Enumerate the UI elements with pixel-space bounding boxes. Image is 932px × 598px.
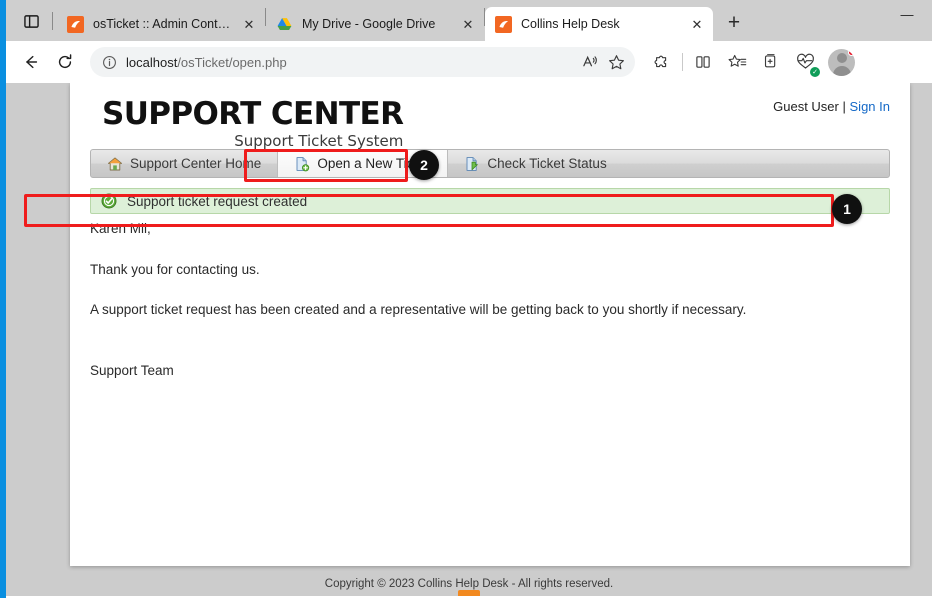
tab-overview-button[interactable] xyxy=(14,4,48,38)
collections-glyph xyxy=(764,53,776,68)
browser-tab-google-drive[interactable]: My Drive - Google Drive ✕ xyxy=(266,7,484,41)
avatar-head xyxy=(836,52,847,63)
reload-button[interactable] xyxy=(48,45,82,79)
logo-subtitle: Support Ticket System xyxy=(234,132,404,150)
nav-item-check-ticket-status[interactable]: Check Ticket Status xyxy=(448,150,622,177)
extensions-icon[interactable] xyxy=(645,45,679,79)
tab-overview-icon xyxy=(23,14,39,28)
site-header: SUPPORT CENTER Support Ticket System Gue… xyxy=(90,83,890,151)
google-drive-glyph xyxy=(277,18,292,30)
new-document-icon xyxy=(294,156,310,172)
success-check-icon xyxy=(101,193,117,209)
page-viewport: SUPPORT CENTER Support Ticket System Gue… xyxy=(6,83,932,596)
favorites-glyph xyxy=(728,54,746,67)
callout-badge-1: 1 xyxy=(832,194,862,224)
collections-icon[interactable] xyxy=(754,45,788,79)
tab-title: My Drive - Google Drive xyxy=(302,17,436,31)
browser-toolbar-actions: ✓ xyxy=(645,45,855,79)
greeting-text: Karen Mil, xyxy=(90,221,151,236)
tab-strip-divider xyxy=(52,12,53,30)
browser-toolbar: localhost/osTicket/open.php ✓ xyxy=(6,41,932,83)
avatar[interactable] xyxy=(828,48,855,76)
close-icon[interactable]: ✕ xyxy=(458,14,478,34)
site-navigation: Support Center Home Open a New Ticket Ch… xyxy=(90,149,890,178)
tab-strip: osTicket :: Admin Control Panel ✕ My Dri… xyxy=(6,0,932,41)
star-glyph xyxy=(608,54,624,69)
read-aloud-icon[interactable] xyxy=(577,49,603,75)
page-content: SUPPORT CENTER Support Ticket System Gue… xyxy=(70,83,910,379)
url-path: /osTicket/open.php xyxy=(177,54,287,70)
ticket-confirmation-body: Karen Mil, Thank you for contacting us. … xyxy=(90,214,890,379)
avatar-body xyxy=(832,65,851,76)
confirmation-text: A support ticket request has been create… xyxy=(90,302,747,318)
osticket-icon xyxy=(495,15,512,33)
address-bar-text: localhost/osTicket/open.php xyxy=(126,55,577,70)
info-circle-icon xyxy=(102,55,116,69)
ticket-status-icon xyxy=(464,156,480,172)
back-button[interactable] xyxy=(14,45,48,79)
user-separator: | xyxy=(842,99,846,114)
user-block: Guest User | Sign In xyxy=(773,99,890,114)
taskbar-peek-indicator xyxy=(458,590,480,596)
nav-item-label: Check Ticket Status xyxy=(487,156,607,171)
read-aloud-glyph xyxy=(582,55,597,67)
status-banner-success: Support ticket request created xyxy=(90,188,890,214)
favorites-list-icon[interactable] xyxy=(720,45,754,79)
minimize-button[interactable]: — xyxy=(886,0,928,28)
tab-title: osTicket :: Admin Control Panel xyxy=(93,17,231,31)
site-info-icon[interactable] xyxy=(98,51,120,73)
logo-title: SUPPORT CENTER xyxy=(102,96,404,132)
puzzle-glyph xyxy=(654,55,667,68)
page-footer: Copyright © 2023 Collins Help Desk - All… xyxy=(324,578,614,590)
browser-tab-collins-help-desk[interactable]: Collins Help Desk ✕ xyxy=(485,7,713,41)
split-screen-icon[interactable] xyxy=(686,45,720,79)
favorite-star-icon[interactable] xyxy=(603,49,629,75)
signature-text: Support Team xyxy=(90,362,174,378)
new-tab-button[interactable]: + xyxy=(719,8,749,38)
address-bar[interactable]: localhost/osTicket/open.php xyxy=(90,47,635,77)
browser-essentials-icon[interactable]: ✓ xyxy=(788,45,822,79)
callout-badge-2: 2 xyxy=(409,150,439,180)
tab-title: Collins Help Desk xyxy=(521,17,620,31)
url-host: localhost xyxy=(126,54,178,70)
avatar-notification-dot xyxy=(848,48,855,56)
osticket-icon xyxy=(67,15,84,33)
window-controls: — xyxy=(886,0,932,41)
toolbar-divider xyxy=(682,53,683,71)
close-icon[interactable]: ✕ xyxy=(687,14,707,34)
sign-in-link[interactable]: Sign In xyxy=(850,99,890,114)
reload-icon xyxy=(58,54,72,69)
nav-item-support-center-home[interactable]: Support Center Home xyxy=(91,150,279,177)
home-icon xyxy=(107,156,123,172)
browser-tab-osticket-admin[interactable]: osTicket :: Admin Control Panel ✕ xyxy=(57,7,265,41)
nav-item-label: Support Center Home xyxy=(130,156,262,171)
osticket-glyph xyxy=(71,20,80,28)
back-arrow-icon xyxy=(26,55,38,69)
close-icon[interactable]: ✕ xyxy=(239,14,259,34)
guest-user-label: Guest User xyxy=(773,99,839,114)
site-logo[interactable]: SUPPORT CENTER Support Ticket System xyxy=(102,96,404,151)
google-drive-icon xyxy=(276,16,293,33)
verified-badge-icon: ✓ xyxy=(810,67,820,77)
browser-window: osTicket :: Admin Control Panel ✕ My Dri… xyxy=(6,0,932,598)
support-center-page: SUPPORT CENTER Support Ticket System Gue… xyxy=(70,83,910,566)
osticket-glyph xyxy=(499,20,508,28)
split-screen-glyph xyxy=(696,56,710,68)
thank-you-text: Thank you for contacting us. xyxy=(90,261,260,277)
status-banner-text: Support ticket request created xyxy=(127,193,308,209)
